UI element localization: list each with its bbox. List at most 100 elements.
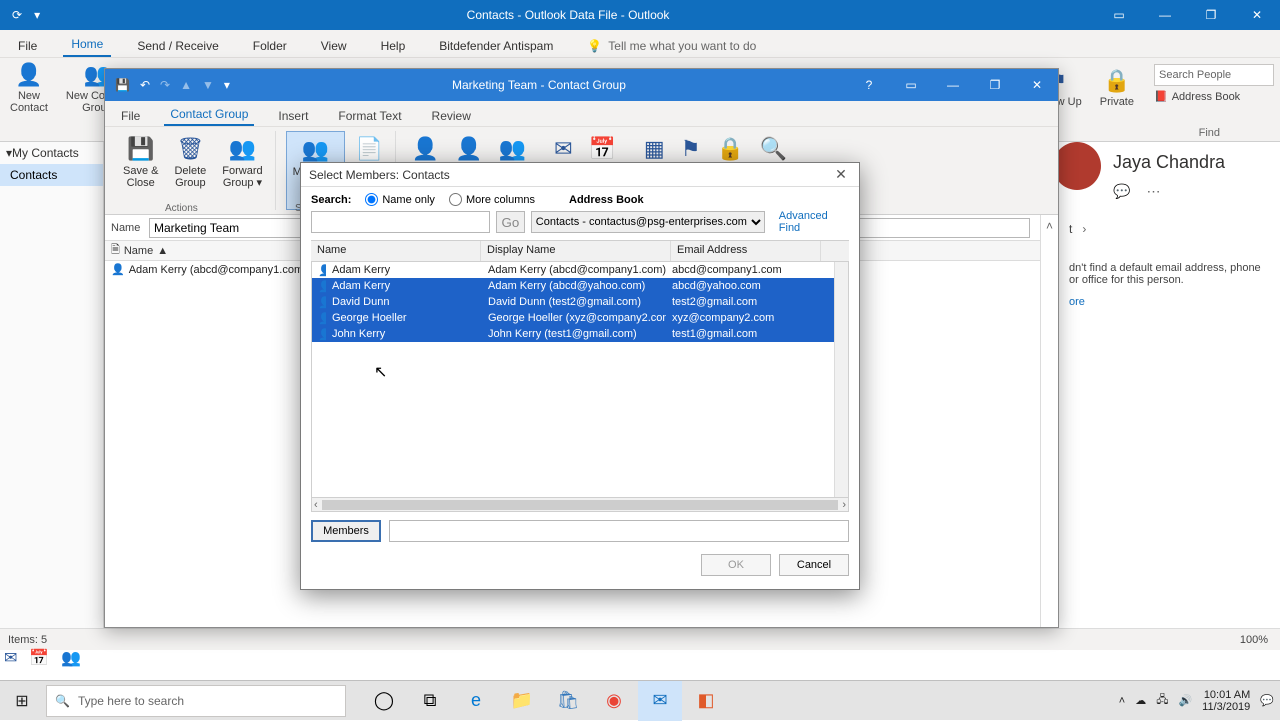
clock[interactable]: 10:01 AM 11/3/2019 xyxy=(1202,689,1250,713)
cg-maximize-icon[interactable]: ❐ xyxy=(974,69,1016,101)
cg-ribbon-display-icon[interactable]: ▭ xyxy=(890,69,932,101)
snagit-icon[interactable]: ◧ xyxy=(684,681,728,721)
edge-icon[interactable]: e xyxy=(454,681,498,721)
cg-tab-insert[interactable]: Insert xyxy=(272,106,314,126)
sm-search-input[interactable] xyxy=(311,211,490,233)
address-book-label: Address Book xyxy=(569,194,644,206)
name-only-radio[interactable]: Name only xyxy=(365,193,435,206)
show-more-link[interactable]: ore xyxy=(1069,296,1270,308)
search-people-input[interactable]: Search People xyxy=(1154,64,1274,86)
action-center-icon[interactable]: 💬 xyxy=(1260,694,1274,707)
person-icon: 👤 xyxy=(312,312,326,325)
save-icon[interactable]: 💾 xyxy=(115,78,130,92)
more-columns-radio[interactable]: More columns xyxy=(449,193,535,206)
cg-minimize-icon[interactable]: — xyxy=(932,69,974,101)
private-button[interactable]: 🔒Private xyxy=(1094,64,1140,112)
cg-tab-format-text[interactable]: Format Text xyxy=(332,106,407,126)
person-icon: 👤 xyxy=(312,264,326,277)
col-display-name[interactable]: Display Name xyxy=(481,241,671,261)
item-count: Items: 5 xyxy=(8,634,47,646)
cg-collapse-pane[interactable]: ˄ xyxy=(1040,215,1058,627)
taskbar-search[interactable]: 🔍Type here to search xyxy=(46,685,346,717)
go-button[interactable]: Go xyxy=(496,211,525,233)
advanced-find-link[interactable]: Advanced Find xyxy=(779,210,849,234)
maximize-icon[interactable]: ❐ xyxy=(1188,0,1234,30)
close-icon[interactable]: ✕ xyxy=(1234,0,1280,30)
contact-row[interactable]: 👤George HoellerGeorge Hoeller (xyz@compa… xyxy=(312,310,848,326)
task-view-icon[interactable]: ⧉ xyxy=(408,681,452,721)
ribbon-display-icon[interactable]: ▭ xyxy=(1096,0,1142,30)
sort-asc-icon: ▲ xyxy=(157,245,168,257)
chrome-icon[interactable]: ◉ xyxy=(592,681,636,721)
address-book-select[interactable]: Contacts - contactus@psg-enterprises.com xyxy=(531,211,765,233)
tab-view[interactable]: View xyxy=(313,35,355,57)
next-icon[interactable]: ▼ xyxy=(202,78,214,92)
actions-group-label: Actions xyxy=(165,203,198,214)
add-member-icon: 👤 xyxy=(412,133,439,165)
tab-send-receive[interactable]: Send / Receive xyxy=(129,35,226,57)
contact-row[interactable]: 👤Adam KerryAdam Kerry (abcd@yahoo.com)ab… xyxy=(312,278,848,294)
cg-tab-contact-group[interactable]: Contact Group xyxy=(164,104,254,126)
chat-icon[interactable]: 💬 xyxy=(1113,183,1130,200)
minimize-icon[interactable]: — xyxy=(1142,0,1188,30)
members-to-button[interactable]: Members xyxy=(311,520,381,542)
lock-icon: 🔒 xyxy=(716,133,743,165)
cg-help-icon[interactable]: ? xyxy=(848,69,890,101)
sm-horizontal-scrollbar[interactable]: ‹› xyxy=(311,498,849,512)
tab-file[interactable]: File xyxy=(10,35,45,57)
avatar xyxy=(1053,142,1101,190)
ms-store-icon[interactable]: 🛍 xyxy=(546,681,590,721)
chevron-right-icon[interactable]: › xyxy=(1082,222,1086,236)
zoom-level[interactable]: 100% xyxy=(1240,634,1268,646)
address-book-button[interactable]: 📕Address Book xyxy=(1154,90,1274,103)
new-contact-button[interactable]: 👤New Contact xyxy=(4,58,54,141)
cg-close-icon[interactable]: ✕ xyxy=(1016,69,1058,101)
search-label: Search: xyxy=(311,194,351,206)
ok-button[interactable]: OK xyxy=(701,554,771,576)
sm-title-text: Select Members: Contacts xyxy=(309,168,831,182)
calendar-icon[interactable]: 📅 xyxy=(29,648,49,668)
volume-icon[interactable]: 🔊 xyxy=(1178,694,1192,707)
cg-title-bar: 💾 ↶ ↷ ▲ ▼ ▾ Marketing Team - Contact Gro… xyxy=(105,69,1058,101)
search-icon: 🔍 xyxy=(55,694,70,708)
cg-tab-file[interactable]: File xyxy=(115,106,146,126)
outlook-taskbar-icon[interactable]: ✉ xyxy=(638,681,682,721)
people-icon[interactable]: 👥 xyxy=(61,648,81,668)
col-email[interactable]: Email Address xyxy=(671,241,821,261)
cancel-button[interactable]: Cancel xyxy=(779,554,849,576)
tab-help[interactable]: Help xyxy=(373,35,414,57)
sm-contact-list[interactable]: 👤Adam KerryAdam Kerry (abcd@company1.com… xyxy=(311,262,849,498)
members-field[interactable] xyxy=(389,520,849,542)
contact-row[interactable]: 👤John KerryJohn Kerry (test1@gmail.com)t… xyxy=(312,326,848,342)
file-explorer-icon[interactable]: 📁 xyxy=(500,681,544,721)
col-name[interactable]: Name xyxy=(311,241,481,261)
nav-contacts[interactable]: Contacts xyxy=(0,164,103,186)
redo-icon[interactable]: ↷ xyxy=(160,78,170,92)
cg-tab-review[interactable]: Review xyxy=(426,106,477,126)
forward-group-button[interactable]: 👥Forward Group ▾ xyxy=(216,131,268,210)
network-icon[interactable]: 🖧 xyxy=(1156,691,1168,710)
sm-vertical-scrollbar[interactable] xyxy=(834,262,848,497)
contact-row[interactable]: 👤Adam KerryAdam Kerry (abcd@company1.com… xyxy=(312,262,848,278)
onedrive-icon[interactable]: ☁ xyxy=(1135,694,1146,707)
more-icon[interactable]: ⋯ xyxy=(1146,183,1160,200)
mouse-cursor: ↖ xyxy=(374,362,387,382)
sm-close-icon[interactable]: ✕ xyxy=(831,166,851,183)
prev-icon[interactable]: ▲ xyxy=(180,78,192,92)
tell-me-box[interactable]: 💡Tell me what you want to do xyxy=(579,35,764,57)
nav-my-contacts[interactable]: ▾My Contacts xyxy=(0,142,103,164)
save-close-button[interactable]: 💾Save & Close xyxy=(117,131,164,210)
tab-home[interactable]: Home xyxy=(63,33,111,57)
tray-chevron-icon[interactable]: ˄ xyxy=(1119,695,1125,707)
cg-window-title: Marketing Team - Contact Group xyxy=(230,78,848,92)
undo-icon[interactable]: ↶ xyxy=(140,78,150,92)
tab-bitdefender[interactable]: Bitdefender Antispam xyxy=(431,35,561,57)
contact-row[interactable]: 👤David DunnDavid Dunn (test2@gmail.com)t… xyxy=(312,294,848,310)
tab-folder[interactable]: Folder xyxy=(245,35,295,57)
delete-group-button[interactable]: 🗑Delete Group xyxy=(168,131,212,210)
mail-icon[interactable]: ✉ xyxy=(4,648,17,668)
start-button[interactable]: ⊞ xyxy=(0,681,44,721)
outlook-title-text: Contacts - Outlook Data File - Outlook xyxy=(40,8,1096,22)
refresh-icon[interactable]: ⟳ xyxy=(12,8,22,22)
cortana-icon[interactable]: ◯ xyxy=(362,681,406,721)
